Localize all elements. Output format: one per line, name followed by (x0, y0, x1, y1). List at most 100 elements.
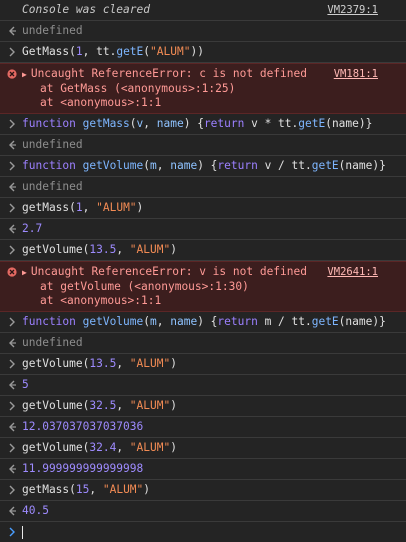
input-chevron-icon (7, 45, 17, 59)
code-token: 1 (75, 45, 83, 58)
code-token: ) (136, 201, 144, 214)
console-input: getMass(15, "ALUM") (0, 480, 406, 501)
code-token: v * tt. (244, 117, 299, 130)
code-token: name (170, 159, 198, 172)
input-chevron-icon (7, 243, 17, 257)
console-input: getVolume(13.5, "ALUM") (0, 240, 406, 261)
result-value: 5 (22, 378, 29, 391)
code-token: 1 (75, 201, 83, 214)
code-token: getVolume (82, 315, 144, 328)
code-token: "ALUM" (96, 201, 137, 214)
source-link[interactable]: VM2641:1 (327, 265, 378, 279)
source-link[interactable]: VM2379:1 (327, 3, 378, 17)
stack-trace-line: at getVolume (<anonymous>:1:30) (40, 280, 249, 293)
input-chevron-icon (7, 315, 17, 329)
code-token: name (156, 117, 184, 130)
result-arrow-icon (7, 420, 17, 434)
code-token: ) (170, 357, 177, 370)
result-arrow-icon (7, 138, 17, 152)
error-icon (7, 67, 17, 81)
result-arrow-icon (7, 180, 17, 194)
input-chevron-icon (7, 201, 17, 215)
source-link[interactable]: VM181:1 (334, 67, 378, 81)
code-token: "ALUM" (129, 357, 171, 370)
code-token: "ALUM" (129, 441, 171, 454)
code-token: return (217, 159, 258, 172)
code-token: 15 (75, 483, 90, 496)
result-arrow-icon (7, 378, 17, 392)
console-input: function getVolume(m, name) {return v / … (0, 156, 406, 177)
input-chevron-icon (7, 357, 17, 371)
console-input: getVolume(13.5, "ALUM") (0, 354, 406, 375)
console-cleared-message: Console was cleared VM2379:1 (0, 0, 406, 21)
code-token: return (203, 117, 245, 130)
code-token: v / tt. (257, 159, 312, 172)
code-token: , tt. (82, 45, 117, 58)
code-token: getE (311, 315, 339, 328)
code-token: 32.4 (89, 441, 117, 454)
code-token: ) { (197, 159, 218, 172)
code-token: m (150, 159, 157, 172)
code-token: ) (170, 243, 177, 256)
result-value: 12.037037037037036 (22, 420, 144, 433)
code-token: "ALUM" (102, 483, 144, 496)
code-token: 13.5 (89, 357, 117, 370)
code-token: (name)} (338, 315, 386, 328)
code-token: getE (311, 159, 339, 172)
code-token: ) (170, 399, 177, 412)
code-token: ( (143, 159, 150, 172)
code-token: m (150, 315, 157, 328)
console-result: undefined (0, 177, 406, 198)
expand-triangle-icon[interactable]: ▶ (22, 70, 27, 79)
code-token: name (170, 315, 198, 328)
result-value: 2.7 (22, 222, 43, 235)
code-token: GetMass( (22, 45, 76, 58)
console-result: 11.999999999999998 (0, 459, 406, 480)
code-token: ) (170, 441, 177, 454)
expand-triangle-icon[interactable]: ▶ (22, 268, 27, 277)
code-token: , (156, 315, 171, 328)
code-token: getMass (82, 117, 130, 130)
code-token: ( (143, 315, 150, 328)
error-icon (7, 265, 17, 279)
result-arrow-icon (7, 222, 17, 236)
console-input: getVolume(32.5, "ALUM") (0, 396, 406, 417)
result-value: 11.999999999999998 (22, 462, 144, 475)
code-token: , (116, 243, 130, 256)
code-token: getVolume( (22, 357, 90, 370)
result-arrow-icon (7, 336, 17, 350)
console-result: 12.037037037037036 (0, 417, 406, 438)
result-value: undefined (22, 336, 83, 349)
code-token: getVolume( (22, 399, 90, 412)
text-caret (22, 525, 23, 539)
code-token: , (116, 399, 130, 412)
console-input: function getVolume(m, name) {return m / … (0, 312, 406, 333)
error-text: Uncaught ReferenceError: v is not define… (30, 265, 307, 278)
code-token: )) (190, 45, 204, 58)
console-result: undefined (0, 21, 406, 42)
stack-trace-line: at GetMass (<anonymous>:1:25) (40, 82, 236, 95)
input-chevron-icon (7, 483, 17, 497)
console-error: ▶ Uncaught ReferenceError: c is not defin… (0, 63, 406, 114)
code-token: , (89, 483, 103, 496)
console-input: GetMass(1, tt.getE("ALUM")) (0, 42, 406, 63)
result-arrow-icon (7, 462, 17, 476)
result-value: undefined (22, 180, 83, 193)
code-token: , (82, 201, 97, 214)
prompt-chevron-icon (7, 525, 17, 539)
code-token: , (116, 441, 130, 454)
code-token: getE (116, 45, 144, 58)
console-panel: Console was cleared VM2379:1 undefined GetM… (0, 0, 406, 542)
code-token: ) { (183, 117, 204, 130)
code-token: "ALUM" (150, 45, 191, 58)
code-token: "ALUM" (129, 399, 171, 412)
input-chevron-icon (7, 399, 17, 413)
error-text: Uncaught ReferenceError: c is not define… (30, 67, 307, 80)
console-prompt[interactable] (0, 522, 406, 542)
code-token: getVolume( (22, 441, 90, 454)
console-result: undefined (0, 333, 406, 354)
stack-trace-line: at <anonymous>:1:1 (40, 294, 162, 307)
input-chevron-icon (7, 159, 17, 173)
code-token: (name)} (338, 159, 386, 172)
code-token: 13.5 (89, 243, 117, 256)
